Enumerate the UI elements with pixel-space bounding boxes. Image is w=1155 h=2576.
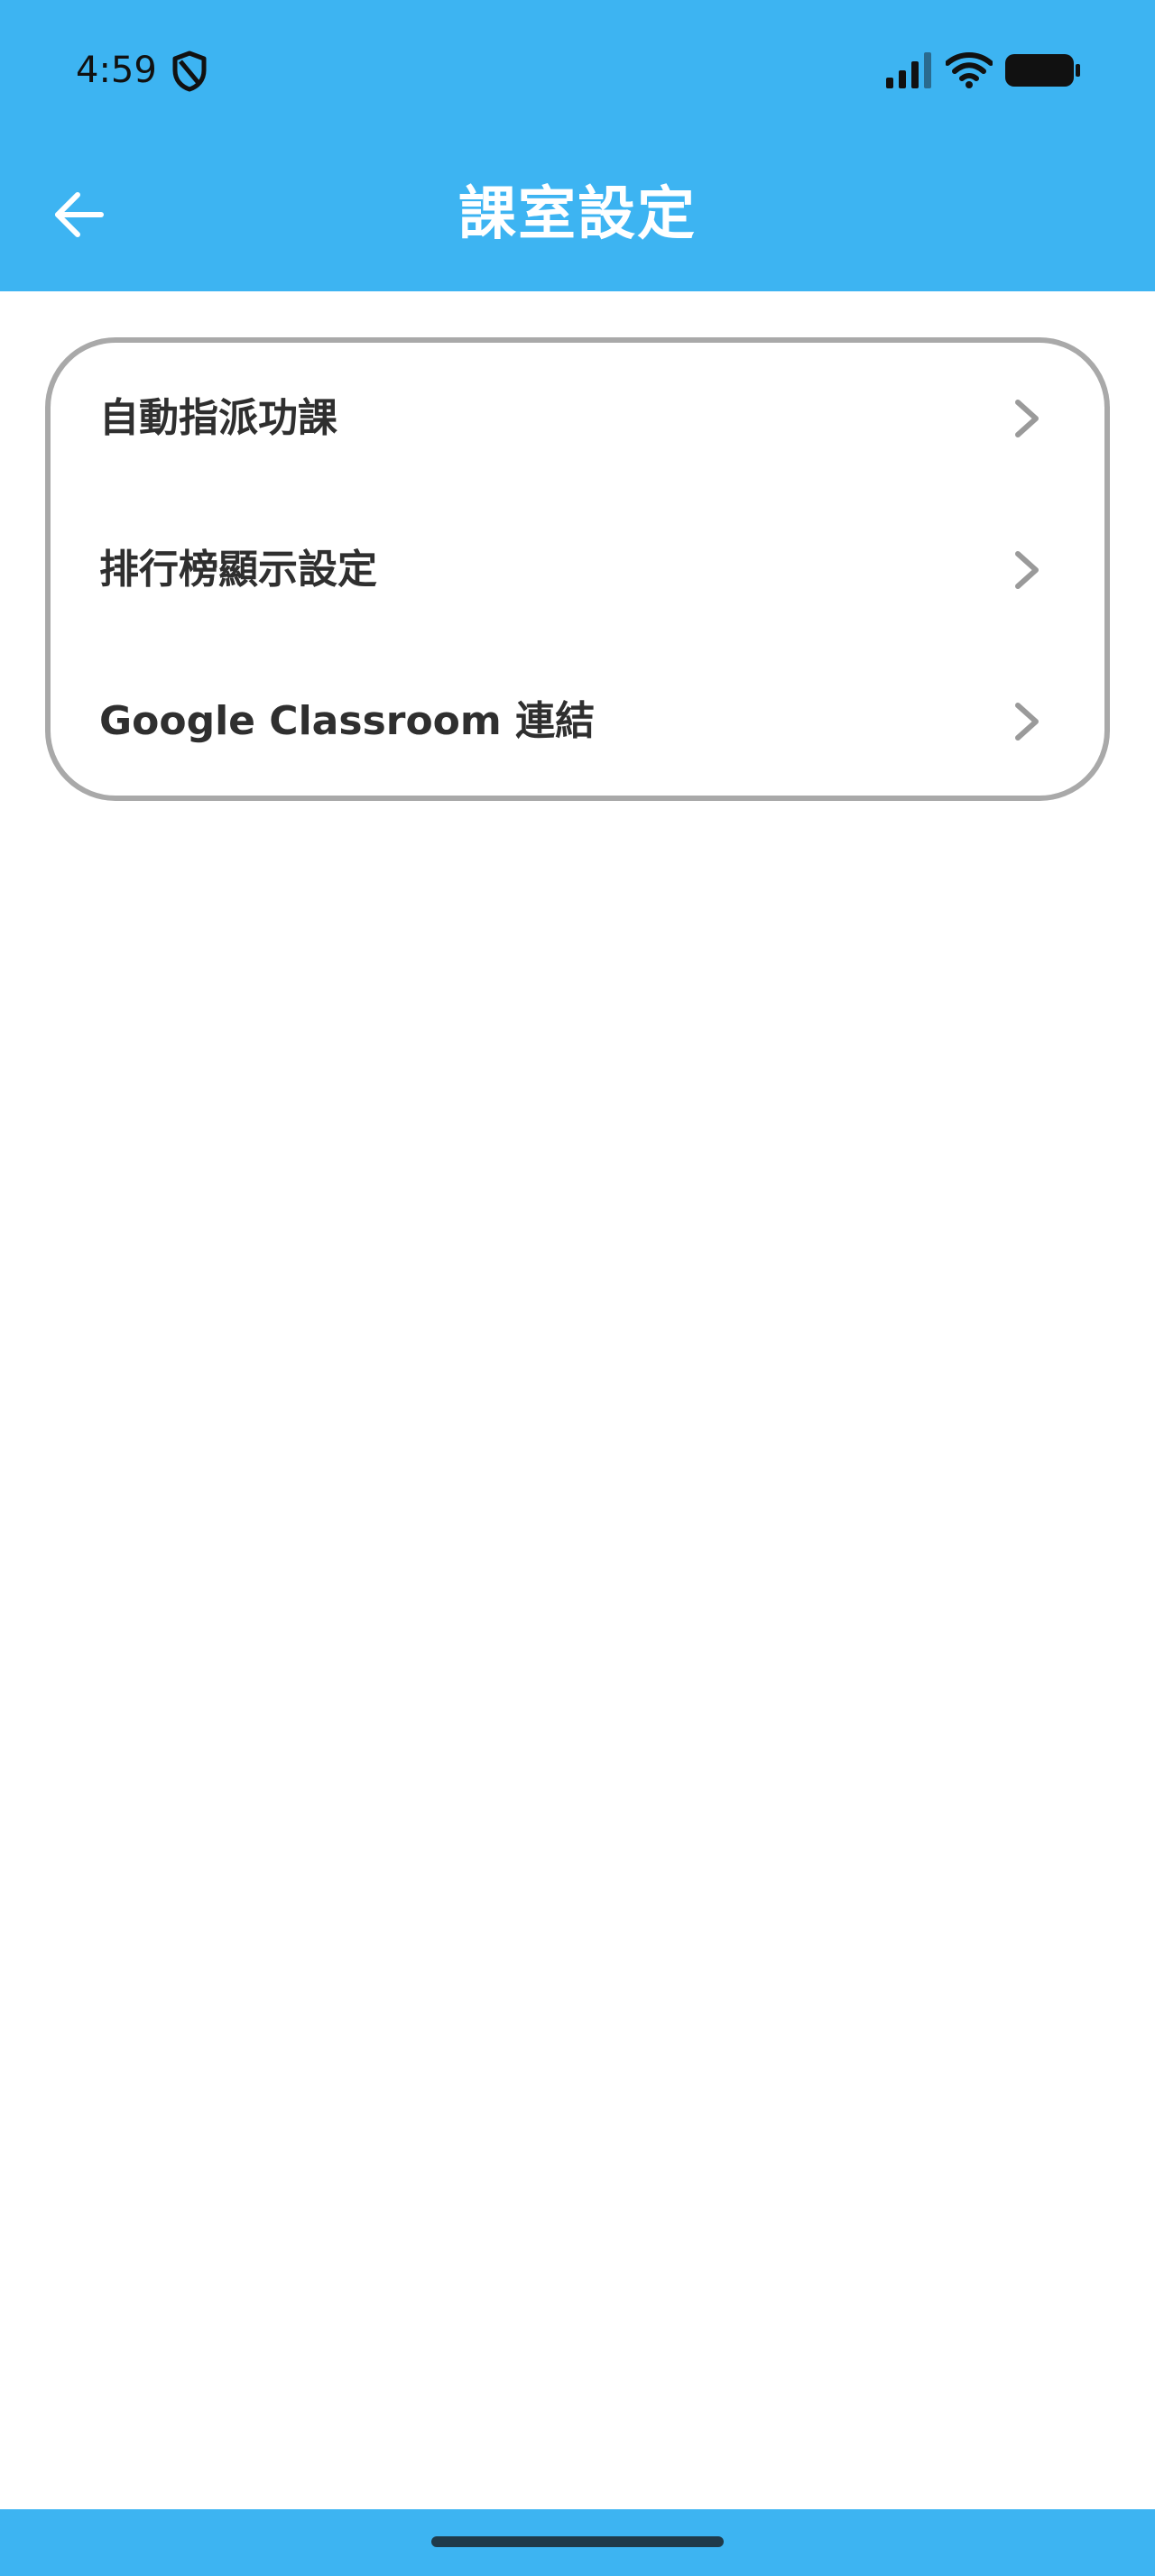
setting-leaderboard-display[interactable]: 排行榜顯示設定 [51,494,1104,646]
chevron-right-icon [1015,400,1039,437]
home-indicator[interactable] [431,2536,724,2547]
chevron-right-icon [1015,703,1039,741]
status-time: 4:59 [76,50,157,91]
wifi-icon [946,52,993,88]
shield-icon [172,51,207,92]
battery-icon [1005,54,1080,87]
setting-label: 排行榜顯示設定 [99,547,377,593]
setting-label: Google Classroom 連結 [99,698,596,744]
chevron-right-icon [1015,551,1039,589]
setting-label: 自動指派功課 [99,395,337,441]
settings-card: 自動指派功課 排行榜顯示設定 Google Classroom 連結 [45,337,1110,801]
setting-auto-assign-homework[interactable]: 自動指派功課 [51,343,1104,494]
signal-icon [886,52,931,88]
setting-google-classroom-link[interactable]: Google Classroom 連結 [51,646,1104,797]
page-title: 課室設定 [458,181,697,248]
